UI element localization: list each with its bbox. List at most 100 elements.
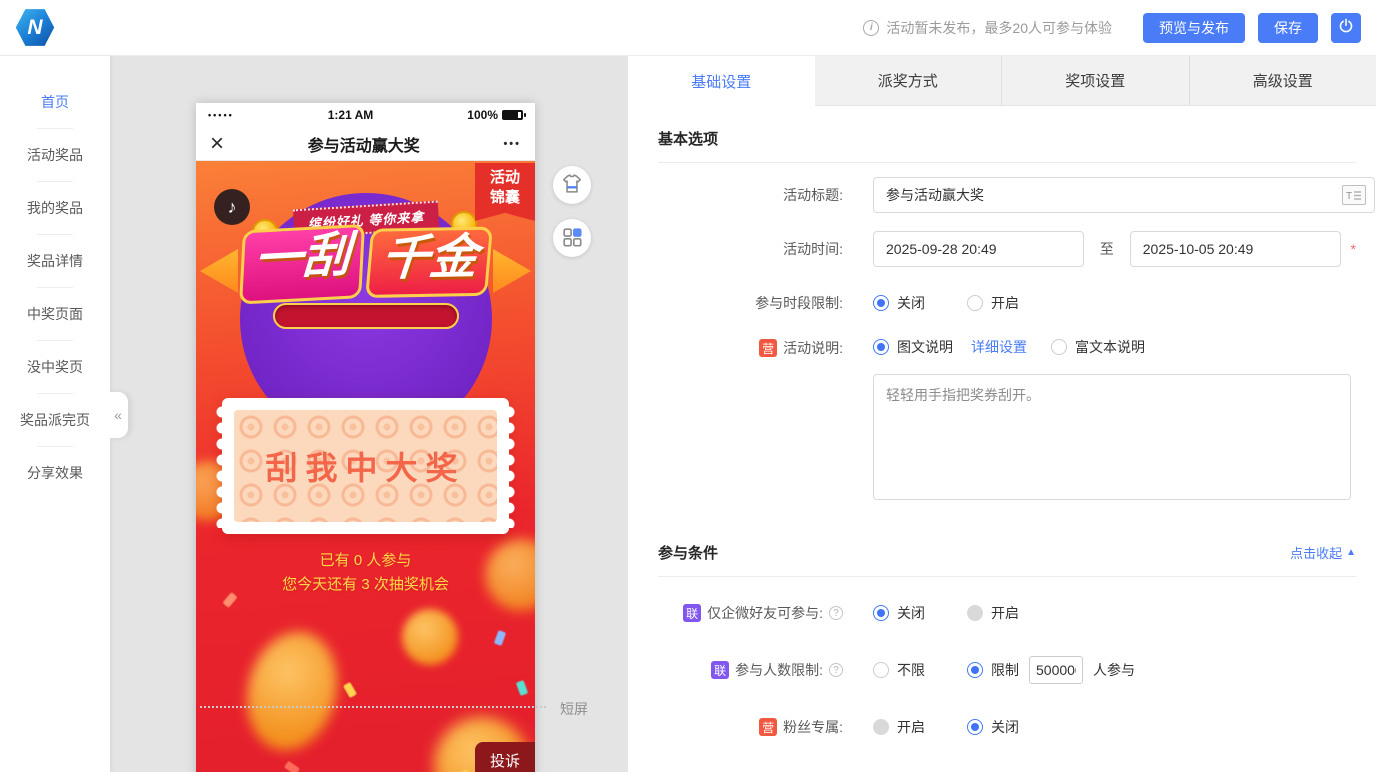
- radio-on-icon: [873, 339, 889, 355]
- coin-decor: [402, 609, 458, 665]
- radio-on-icon: [967, 662, 983, 678]
- start-time-input[interactable]: [873, 231, 1084, 267]
- detail-settings-link[interactable]: 详细设置: [971, 337, 1027, 357]
- activity-time-row: 活动时间: 至 *: [658, 231, 1356, 267]
- marketing-badge: 营: [759, 718, 777, 736]
- radio-limit-unlimited[interactable]: 不限: [873, 660, 925, 680]
- settings-content: 基本选项 活动标题: T *: [628, 106, 1376, 767]
- save-button[interactable]: 保存: [1258, 13, 1318, 43]
- close-icon[interactable]: ×: [210, 132, 224, 156]
- power-icon: [1338, 18, 1354, 37]
- sidebar-item-prizes-gone-page[interactable]: 奖品派完页: [0, 408, 110, 432]
- radio-label: 限制: [991, 660, 1019, 680]
- battery-indicator: 100%: [467, 108, 523, 122]
- stats-line2: 您今天还有 3 次抽奖机会: [196, 573, 535, 597]
- publish-notice: i 活动暂未发布，最多20人可参与体验: [863, 18, 1112, 38]
- radio-fans-on[interactable]: 开启: [873, 717, 925, 737]
- more-icon[interactable]: •••: [503, 138, 521, 150]
- confetti-decor: [494, 630, 506, 646]
- radio-label: 关闭: [991, 717, 1019, 737]
- time-to-label: 至: [1100, 239, 1114, 259]
- report-button[interactable]: 投诉: [475, 742, 535, 772]
- ribbon-line1: 活动: [475, 168, 535, 188]
- radio-richtext-desc[interactable]: 富文本说明: [1051, 337, 1145, 357]
- radio-off-icon: [1051, 339, 1067, 355]
- radio-on-icon: [873, 605, 889, 621]
- collapse-icon: «: [114, 407, 122, 423]
- preview-publish-button[interactable]: 预览与发布: [1143, 13, 1245, 43]
- union-badge: 联: [711, 661, 729, 679]
- music-icon[interactable]: ♪: [214, 189, 250, 225]
- radio-image-text-desc[interactable]: 图文说明: [873, 337, 953, 357]
- time-slot-limit-row: 参与时段限制: 关闭 开启: [658, 293, 1356, 313]
- promo-title-part1: 一刮: [240, 224, 366, 304]
- main-area: 首页 活动奖品 我的奖品 奖品详情 中奖页面 没中奖页 奖品派完页 分享效果 «…: [0, 56, 1376, 772]
- divider: [37, 128, 73, 129]
- theme-button[interactable]: [553, 166, 591, 204]
- confetti-decor: [343, 682, 357, 698]
- phone-status-bar: ••••• 1:21 AM 100%: [196, 103, 535, 127]
- activity-time-label: 活动时间:: [658, 239, 843, 259]
- sidebar-item-activity-prizes[interactable]: 活动奖品: [0, 143, 110, 167]
- participant-limit-input[interactable]: [1029, 656, 1083, 684]
- activity-tips-ribbon[interactable]: 活动 锦囊: [475, 163, 535, 221]
- settings-panel: 基础设置 派奖方式 奖项设置 高级设置 基本选项 活动标题: T: [628, 56, 1376, 772]
- promo-main-title: 一刮 千金: [196, 219, 535, 305]
- components-button[interactable]: [553, 219, 591, 257]
- status-time: 1:21 AM: [234, 108, 468, 122]
- collapse-section-link[interactable]: 点击收起 ▲: [1290, 543, 1356, 562]
- participant-limit-row: 联 参与人数限制: ? 不限 限制 人: [658, 656, 1356, 684]
- scratch-ticket-surface[interactable]: 刮我中大奖: [234, 410, 497, 522]
- battery-percent: 100%: [467, 108, 498, 122]
- divider: [37, 340, 73, 341]
- sidebar: 首页 活动奖品 我的奖品 奖品详情 中奖页面 没中奖页 奖品派完页 分享效果: [0, 56, 110, 772]
- sidebar-item-win-page[interactable]: 中奖页面: [0, 302, 110, 326]
- union-badge: 联: [683, 604, 701, 622]
- activity-title-input[interactable]: [873, 177, 1375, 213]
- divider: [37, 446, 73, 447]
- radio-time-limit-on[interactable]: 开启: [967, 293, 1019, 313]
- power-button[interactable]: [1331, 13, 1361, 43]
- radio-on-icon: [873, 295, 889, 311]
- sidebar-item-home[interactable]: 首页: [0, 90, 110, 114]
- signal-dots-icon: •••••: [208, 110, 234, 120]
- end-time-input[interactable]: [1130, 231, 1341, 267]
- promo-title-part2: 千金: [365, 227, 493, 298]
- stats-line1: 已有 0 人参与: [196, 549, 535, 573]
- short-screen-label: 短屏: [560, 699, 588, 719]
- tab-award-method[interactable]: 派奖方式: [815, 56, 1002, 106]
- radio-wecom-on[interactable]: 开启: [967, 603, 1019, 623]
- sidebar-item-my-prizes[interactable]: 我的奖品: [0, 196, 110, 220]
- question-icon[interactable]: ?: [829, 606, 843, 620]
- radio-limit-limited[interactable]: 限制: [967, 660, 1019, 680]
- scratch-ticket[interactable]: 刮我中大奖: [222, 398, 509, 534]
- tab-prize-settings[interactable]: 奖项设置: [1001, 56, 1189, 106]
- grid-icon: [561, 226, 583, 251]
- time-slot-limit-label: 参与时段限制:: [658, 293, 843, 313]
- radio-time-limit-off[interactable]: 关闭: [873, 293, 925, 313]
- question-icon[interactable]: ?: [829, 663, 843, 677]
- fans-exclusive-label: 粉丝专属:: [783, 717, 843, 737]
- radio-label: 开启: [991, 293, 1019, 313]
- tab-advanced-settings[interactable]: 高级设置: [1189, 56, 1376, 106]
- confetti-decor: [284, 761, 300, 772]
- sidebar-item-prize-detail[interactable]: 奖品详情: [0, 249, 110, 273]
- radio-fans-off[interactable]: 关闭: [967, 717, 1019, 737]
- divider: [37, 234, 73, 235]
- tab-basic-settings[interactable]: 基础设置: [628, 56, 815, 106]
- wecom-only-label: 仅企微好友可参与:: [707, 603, 823, 623]
- section-title: 参与条件: [658, 542, 718, 563]
- sidebar-collapse-handle[interactable]: «: [108, 392, 128, 438]
- text-template-icon[interactable]: T: [1342, 185, 1366, 205]
- radio-wecom-off[interactable]: 关闭: [873, 603, 925, 623]
- sidebar-item-lose-page[interactable]: 没中奖页: [0, 355, 110, 379]
- coin-decor: [235, 622, 349, 760]
- participant-limit-label: 参与人数限制:: [735, 660, 823, 680]
- activity-description-textarea[interactable]: [873, 374, 1351, 500]
- settings-tabs: 基础设置 派奖方式 奖项设置 高级设置: [628, 56, 1376, 106]
- radio-label: 图文说明: [897, 337, 953, 357]
- conditions-header: 参与条件 点击收起 ▲: [658, 520, 1356, 577]
- short-screen-marker-line: [200, 706, 546, 708]
- sidebar-item-share-effect[interactable]: 分享效果: [0, 461, 110, 485]
- required-mark: *: [1351, 241, 1356, 257]
